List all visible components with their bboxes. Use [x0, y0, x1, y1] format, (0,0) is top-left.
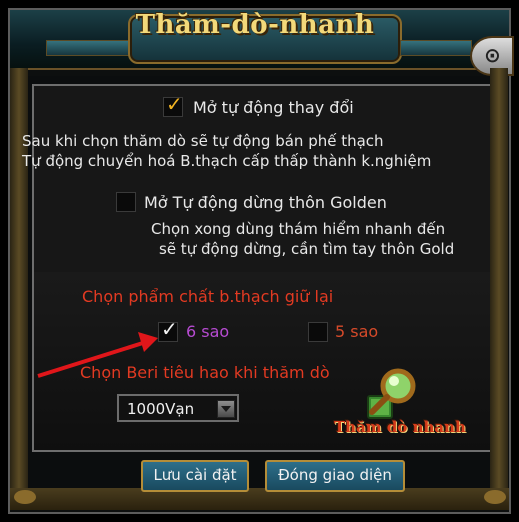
quality-6-label: 6 sao [186, 322, 230, 341]
auto-change-desc-1: Sau khi chọn thăm dò sẽ tự động bán phế … [22, 132, 384, 150]
auto-change-checkbox[interactable]: ✓ [163, 92, 183, 117]
checkmark-icon: ✓ [166, 92, 183, 116]
frame-side-left [10, 68, 28, 488]
corner-ornament-left [14, 490, 36, 504]
auto-stop-label: Mở Tự động dừng thôn Golden [144, 193, 387, 212]
game-dialog: Thăm-dò-nhanh ⊙ ✓ Mở tự động thay đổi Sa… [0, 0, 519, 522]
quality-5-checkbox[interactable] [308, 322, 328, 342]
auto-stop-checkbox[interactable] [116, 192, 136, 212]
chevron-down-icon[interactable] [217, 400, 235, 418]
beri-selected-value: 1000Vạn [127, 400, 195, 418]
quality-heading: Chọn phẩm chất b.thạch giữ lại [82, 287, 334, 306]
quality-5-label: 5 sao [335, 322, 379, 341]
frame-side-right [490, 68, 508, 488]
auto-change-desc-2: Tự động chuyển hoá B.thạch cấp thấp thàn… [22, 152, 432, 170]
close-glyph: ⊙ [484, 43, 501, 67]
auto-change-label: Mở tự động thay đổi [193, 98, 354, 117]
magnifier-icon[interactable] [356, 366, 426, 422]
save-settings-button[interactable]: Lưu cài đặt [141, 460, 249, 492]
beri-dropdown[interactable]: 1000Vạn [117, 394, 239, 422]
auto-stop-desc-2: sẽ tự động dừng, cần tìm tay thôn Gold [159, 240, 455, 258]
beri-heading: Chọn Beri tiêu hao khi thăm dò [80, 363, 330, 382]
close-interface-button[interactable]: Đóng giao diện [265, 460, 405, 492]
dialog-title: Thăm-dò-nhanh [135, 10, 375, 40]
frame-bottom [10, 488, 509, 510]
auto-stop-desc-1: Chọn xong dùng thám hiểm nhanh đến [151, 220, 446, 238]
header-ornament-right [400, 40, 472, 56]
header-ornament-left [46, 40, 130, 56]
quick-explore-label[interactable]: Thăm dò nhanh [334, 418, 466, 436]
corner-ornament-right [484, 490, 506, 504]
